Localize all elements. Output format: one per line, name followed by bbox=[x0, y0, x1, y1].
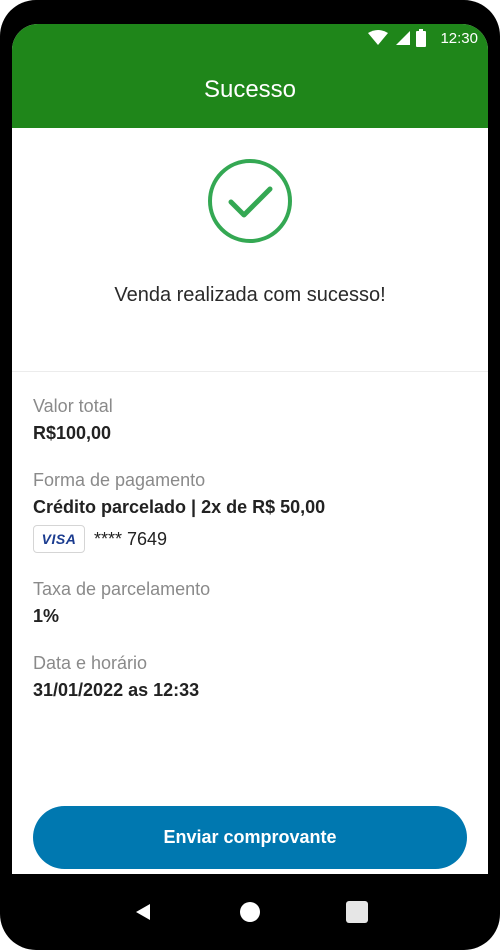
check-circle-icon bbox=[207, 158, 293, 244]
total-value: R$100,00 bbox=[33, 423, 112, 443]
datetime-value: 31/01/2022 as 12:33 bbox=[33, 680, 200, 700]
signal-icon bbox=[396, 31, 411, 45]
battery-icon bbox=[416, 29, 427, 47]
success-section: Venda realizada com sucesso! bbox=[12, 128, 488, 372]
card-number: **** 7649 bbox=[94, 528, 168, 549]
success-message: Venda realizada com sucesso! bbox=[114, 284, 386, 306]
fee-field: Taxa de parcelamento 1% bbox=[33, 579, 488, 627]
device-frame: 12:30 Sucesso Venda realizada com sucess… bbox=[0, 0, 500, 950]
back-icon[interactable] bbox=[128, 897, 158, 927]
fee-label: Taxa de parcelamento bbox=[33, 579, 211, 599]
fee-value: 1% bbox=[33, 606, 60, 626]
datetime-field: Data e horário 31/01/2022 as 12:33 bbox=[33, 653, 488, 701]
status-time: 12:30 bbox=[440, 29, 478, 47]
app-bar: Sucesso bbox=[12, 52, 488, 128]
total-field: Valor total R$100,00 bbox=[33, 396, 488, 444]
datetime-label: Data e horário bbox=[33, 653, 148, 673]
sale-details: Valor total R$100,00 Forma de pagamento … bbox=[12, 396, 488, 701]
home-icon[interactable] bbox=[235, 897, 265, 927]
send-receipt-button[interactable]: Enviar comprovante bbox=[33, 806, 467, 869]
wifi-icon bbox=[368, 30, 389, 45]
nav-bar bbox=[0, 874, 500, 950]
visa-card-icon: VISA bbox=[33, 525, 85, 553]
status-bar: 12:30 bbox=[12, 24, 488, 52]
screen: 12:30 Sucesso Venda realizada com sucess… bbox=[12, 24, 488, 874]
payment-label: Forma de pagamento bbox=[33, 470, 206, 490]
page-title: Sucesso bbox=[203, 76, 297, 103]
total-label: Valor total bbox=[33, 396, 113, 416]
recents-icon[interactable] bbox=[342, 897, 372, 927]
card-row: VISA **** 7649 bbox=[33, 525, 488, 553]
payment-field: Forma de pagamento Crédito parcelado | 2… bbox=[33, 470, 488, 553]
payment-value: Crédito parcelado | 2x de R$ 50,00 bbox=[33, 497, 326, 517]
